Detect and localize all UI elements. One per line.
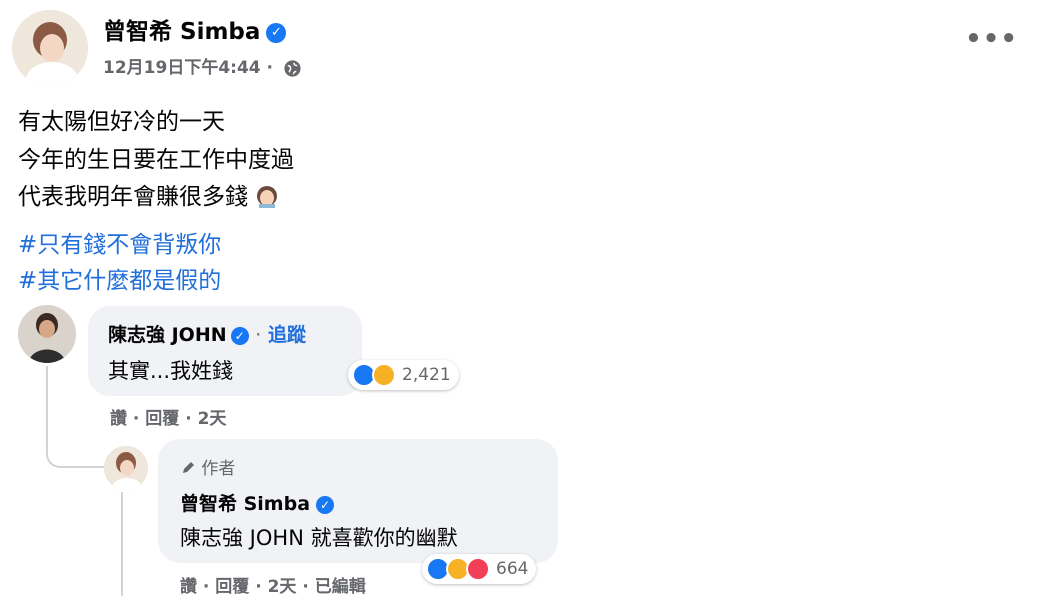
haha-reaction-icon xyxy=(372,363,396,387)
reply-actions[interactable]: 讚 · 回覆 · 2天 · 已編輯 xyxy=(180,572,366,597)
reply-author-row: 曾智希 Simba ✓ xyxy=(180,489,335,516)
post-text-line-1: 有太陽但好冷的一天 xyxy=(18,109,225,135)
comment-author-row: 陳志強 JOHN ✓ · 追蹤 xyxy=(108,320,306,347)
hashtag-link-2[interactable]: #其它什麼都是假的 xyxy=(18,261,221,295)
thread-connector xyxy=(46,366,110,468)
verified-check-icon: ✓ xyxy=(316,495,335,514)
reaction-count: 2,421 xyxy=(402,365,451,385)
woman-face-emoji xyxy=(257,186,278,208)
comment-actions[interactable]: 讚 · 回覆 · 2天 xyxy=(110,404,226,429)
post-text-line-2: 今年的生日要在工作中度過 xyxy=(18,147,294,173)
love-reaction-icon xyxy=(466,557,490,581)
reply-reactions[interactable]: 664 xyxy=(422,554,537,584)
meta-separator: · xyxy=(266,58,273,78)
post-author-avatar[interactable] xyxy=(12,10,88,86)
reaction-count: 664 xyxy=(496,559,529,579)
post-author-label[interactable]: 曾智希 Simba xyxy=(103,19,260,45)
hashtag-link-1[interactable]: #只有錢不會背叛你 xyxy=(18,225,221,259)
post-author-name[interactable]: 曾智希 Simba ✓ xyxy=(103,12,287,46)
pencil-icon xyxy=(183,462,194,473)
comment-reactions[interactable]: 2,421 xyxy=(348,360,459,390)
globe-icon[interactable] xyxy=(283,59,302,78)
commenter-avatar[interactable] xyxy=(18,305,76,363)
follow-link[interactable]: 追蹤 xyxy=(268,324,306,346)
reply-author-avatar[interactable] xyxy=(104,446,148,490)
reply-text: 陳志強 JOHN 就喜歡你的幽默 xyxy=(180,526,458,550)
verified-check-icon: ✓ xyxy=(230,326,249,345)
post-text-line-3: 代表我明年會賺很多錢 xyxy=(18,177,279,211)
thread-connector-lower xyxy=(121,492,123,596)
comment-text: 其實...我姓錢 xyxy=(108,359,234,383)
post-text-line-3-label: 代表我明年會賺很多錢 xyxy=(18,184,248,210)
comment-author-name[interactable]: 陳志強 JOHN xyxy=(108,324,227,346)
post-timestamp[interactable]: 12月19日下午4:44 xyxy=(103,58,261,78)
author-badge-label: 作者 xyxy=(201,459,236,479)
verified-check-icon: ✓ xyxy=(266,22,287,43)
more-options-icon[interactable]: ••• xyxy=(965,24,1018,54)
author-badge: 作者 xyxy=(180,454,235,479)
post-meta: 12月19日下午4:44 · xyxy=(103,53,302,78)
name-separator: · xyxy=(255,324,262,346)
reply-author-name[interactable]: 曾智希 Simba xyxy=(180,493,310,515)
